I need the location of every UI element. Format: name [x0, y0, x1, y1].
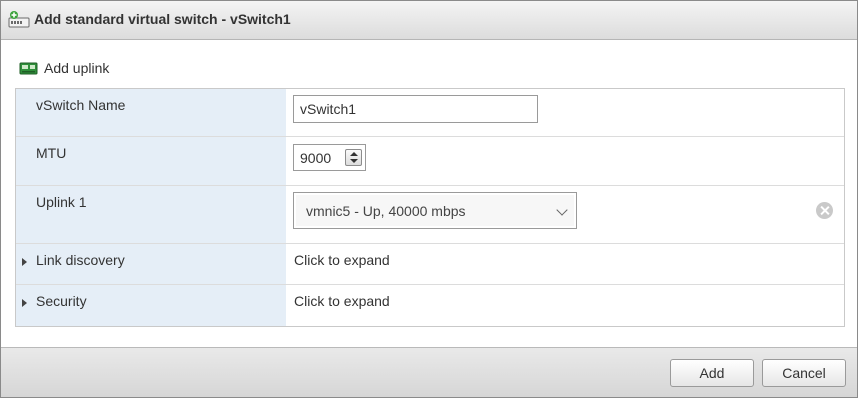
- switch-settings-grid: vSwitch Name MTU 9000: [15, 88, 845, 327]
- security-label-cell[interactable]: Security: [16, 285, 286, 326]
- link-discovery-label: Link discovery: [36, 252, 125, 268]
- security-expand-link[interactable]: Click to expand: [294, 293, 390, 309]
- add-uplink-button[interactable]: Add uplink: [19, 57, 109, 79]
- uplink1-label-cell: Uplink 1: [16, 186, 286, 243]
- add-uplink-label: Add uplink: [44, 60, 110, 76]
- security-value-cell: Click to expand: [286, 285, 844, 326]
- uplink1-select[interactable]: vmnic5 - Up, 40000 mbps: [293, 192, 577, 229]
- security-row[interactable]: Security Click to expand: [16, 285, 844, 326]
- vswitch-name-label: vSwitch Name: [36, 97, 126, 113]
- link-discovery-value-cell: Click to expand: [286, 244, 844, 284]
- security-label: Security: [36, 293, 87, 309]
- expand-arrow-icon[interactable]: [22, 258, 27, 266]
- mtu-stepper-buttons[interactable]: [345, 149, 362, 166]
- add-button[interactable]: Add: [670, 359, 754, 387]
- remove-uplink-icon[interactable]: [816, 202, 833, 219]
- mtu-value-cell: 9000: [286, 137, 844, 185]
- mtu-value: 9000: [300, 150, 332, 166]
- link-discovery-expand-link[interactable]: Click to expand: [294, 252, 390, 268]
- decrement-arrow-icon[interactable]: [350, 159, 358, 163]
- vswitch-name-value-cell: [286, 89, 844, 136]
- link-discovery-label-cell[interactable]: Link discovery: [16, 244, 286, 284]
- mtu-stepper[interactable]: 9000: [293, 144, 366, 171]
- uplink1-selected-value: vmnic5 - Up, 40000 mbps: [306, 203, 466, 219]
- chevron-down-icon: [556, 204, 568, 216]
- increment-arrow-icon[interactable]: [350, 152, 358, 156]
- vswitch-name-row: vSwitch Name: [16, 89, 844, 137]
- nic-add-icon: [19, 60, 39, 76]
- mtu-label-cell: MTU: [16, 137, 286, 185]
- vswitch-name-input[interactable]: [293, 95, 538, 123]
- link-discovery-row[interactable]: Link discovery Click to expand: [16, 244, 844, 285]
- mtu-label: MTU: [36, 145, 67, 161]
- add-vswitch-dialog: Add standard virtual switch - vSwitch1 A…: [0, 0, 858, 398]
- cancel-button[interactable]: Cancel: [762, 359, 846, 387]
- uplink1-value-cell: vmnic5 - Up, 40000 mbps: [286, 186, 844, 243]
- virtual-switch-add-icon: [8, 10, 30, 30]
- mtu-row: MTU 9000: [16, 137, 844, 186]
- uplink1-label: Uplink 1: [36, 194, 87, 210]
- vswitch-name-label-cell: vSwitch Name: [16, 89, 286, 136]
- dialog-title: Add standard virtual switch - vSwitch1: [34, 11, 291, 27]
- expand-arrow-icon[interactable]: [22, 299, 27, 307]
- dialog-footer: Add Cancel: [1, 347, 857, 397]
- dialog-titlebar: Add standard virtual switch - vSwitch1: [1, 1, 857, 40]
- uplink1-row: Uplink 1 vmnic5 - Up, 40000 mbps: [16, 186, 844, 244]
